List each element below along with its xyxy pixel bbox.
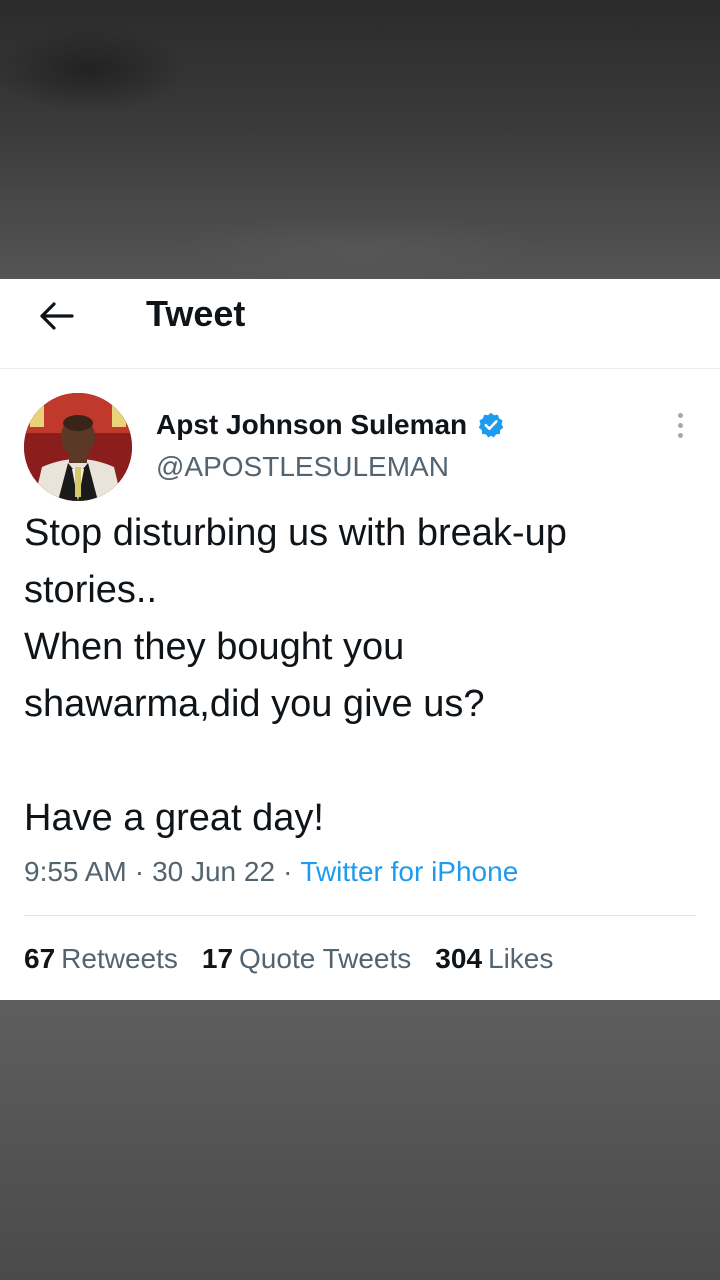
back-button[interactable] [36,296,76,336]
tweet-time[interactable]: 9:55 AM [24,856,127,887]
likes-count: 304 [435,943,483,974]
tweet-source-link[interactable]: Twitter for iPhone [300,856,518,887]
quote-tweets-stat[interactable]: 17 Quote Tweets [202,943,411,975]
likes-stat[interactable]: 304 Likes [435,943,553,975]
more-options-icon[interactable] [664,407,696,443]
top-bar: Tweet [0,279,720,369]
profile-photo [24,393,132,501]
author-name[interactable]: Apst Johnson Suleman [156,409,467,441]
page-title: Tweet [146,293,246,334]
screenshot: Tweet Apst Johnson Suleman @APOSTLESULEM… [0,0,720,1280]
tweet-stats: 67 Retweets 17 Quote Tweets 304 Likes [24,943,577,975]
retweets-count: 67 [24,943,56,974]
blurred-background-bottom [0,1000,720,1280]
tweet-card: Tweet Apst Johnson Suleman @APOSTLESULEM… [0,279,720,1000]
arrow-left-icon [40,302,74,330]
blurred-background-top [0,0,720,279]
quote-tweets-label: Quote Tweets [239,943,412,974]
meta-separator: · [283,856,293,887]
likes-label: Likes [488,943,554,974]
author-handle[interactable]: @APOSTLESULEMAN [156,451,449,483]
tweet-meta: 9:55 AM · 30 Jun 22 · Twitter for iPhone [24,856,518,888]
tweet-text: Stop disturbing us with break-up stories… [24,512,567,839]
meta-separator: · [134,856,145,887]
retweets-label: Retweets [61,943,178,974]
retweets-stat[interactable]: 67 Retweets [24,943,178,975]
verified-badge-icon [477,411,505,439]
author-name-row: Apst Johnson Suleman [156,407,505,443]
avatar[interactable] [24,393,132,501]
tweet-date[interactable]: 30 Jun 22 [152,856,275,887]
quote-tweets-count: 17 [201,943,234,974]
divider [24,915,696,916]
